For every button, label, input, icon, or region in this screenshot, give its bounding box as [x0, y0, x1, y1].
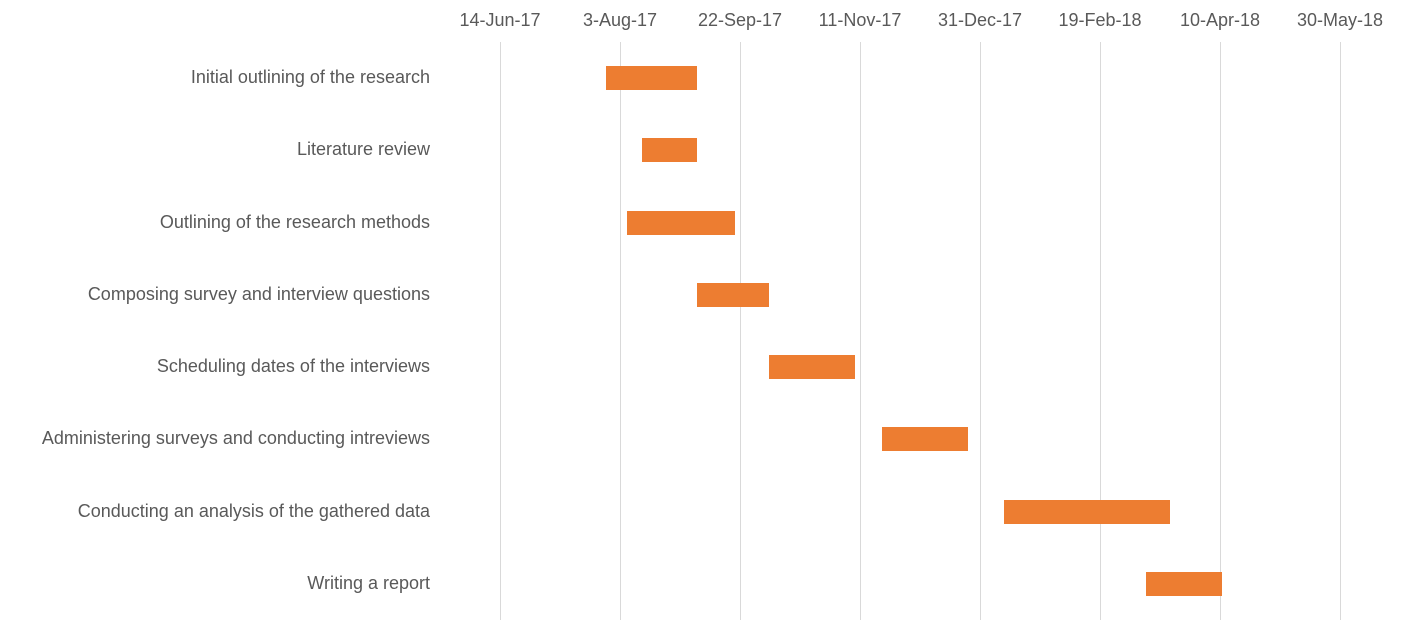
x-axis-tick-label: 10-Apr-18	[1180, 10, 1260, 31]
y-axis-category-label: Literature review	[297, 139, 430, 160]
gridline	[860, 42, 861, 620]
y-axis-category-label: Outlining of the research methods	[160, 212, 430, 233]
y-axis-category-label: Composing survey and interview questions	[88, 284, 430, 305]
plot-area	[440, 42, 1400, 620]
y-axis-category-label: Administering surveys and conducting int…	[42, 428, 430, 449]
x-axis-tick-label: 31-Dec-17	[938, 10, 1022, 31]
gridline	[980, 42, 981, 620]
x-axis-tick-label: 11-Nov-17	[819, 10, 902, 31]
gantt-bar	[642, 138, 697, 162]
gantt-bar	[627, 211, 735, 235]
gridline	[620, 42, 621, 620]
x-axis-tick-label: 19-Feb-18	[1058, 10, 1141, 31]
x-axis-tick-label: 3-Aug-17	[583, 10, 657, 31]
gantt-chart: 14-Jun-17 3-Aug-17 22-Sep-17 11-Nov-17 31-De…	[0, 0, 1413, 623]
x-axis-tick-label: 22-Sep-17	[698, 10, 782, 31]
gridline	[1220, 42, 1221, 620]
gantt-bar	[697, 283, 769, 307]
x-axis-tick-label: 30-May-18	[1297, 10, 1383, 31]
gantt-bar	[1146, 572, 1223, 596]
x-axis-tick-label: 14-Jun-17	[459, 10, 540, 31]
gantt-bar	[606, 66, 697, 90]
y-axis-category-label: Writing a report	[307, 573, 430, 594]
y-axis-category-label: Scheduling dates of the interviews	[157, 356, 430, 377]
gantt-bar	[1004, 500, 1170, 524]
gridline	[740, 42, 741, 620]
gridline	[1100, 42, 1101, 620]
gridline	[1340, 42, 1341, 620]
gantt-bar	[882, 427, 968, 451]
y-axis-category-label: Conducting an analysis of the gathered d…	[78, 501, 430, 522]
gantt-bar	[769, 355, 855, 379]
y-axis-category-label: Initial outlining of the research	[191, 67, 430, 88]
gridline	[500, 42, 501, 620]
